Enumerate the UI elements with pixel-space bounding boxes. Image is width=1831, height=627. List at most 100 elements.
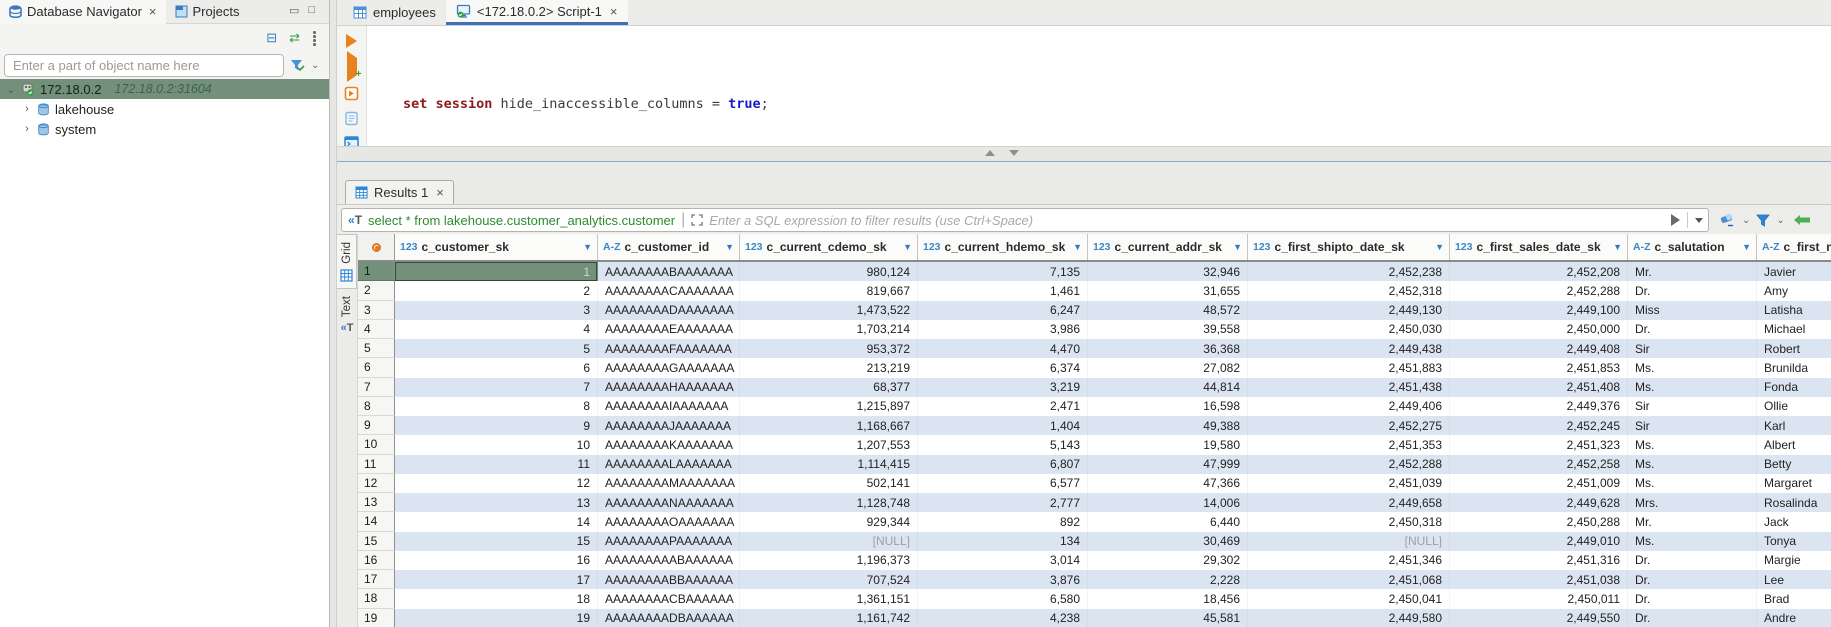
grid-cell[interactable]: Miss: [1628, 301, 1757, 320]
grid-cell[interactable]: 2,449,130: [1248, 301, 1450, 320]
grid-cell[interactable]: Ollie: [1757, 397, 1831, 416]
grid-cell[interactable]: Ms.: [1628, 532, 1757, 551]
grid-cell[interactable]: 45,581: [1088, 609, 1248, 627]
filter-history-dropdown-icon[interactable]: [1695, 218, 1703, 223]
collapse-down-icon[interactable]: [1009, 150, 1019, 156]
grid-cell[interactable]: 2,452,288: [1450, 281, 1628, 300]
grid-cell[interactable]: Lee: [1757, 570, 1831, 589]
column-header-c_current_addr_sk[interactable]: 123c_current_addr_sk▼: [1088, 234, 1248, 260]
grid-cell[interactable]: 2,452,245: [1450, 416, 1628, 435]
horizontal-splitter[interactable]: [337, 146, 1831, 161]
object-filter-input[interactable]: [4, 54, 284, 77]
grid-cell[interactable]: Sir: [1628, 339, 1757, 358]
grid-cell[interactable]: 2,451,316: [1450, 551, 1628, 570]
sort-dropdown-icon[interactable]: ▼: [725, 242, 734, 252]
grid-cell[interactable]: 1,196,373: [740, 551, 918, 570]
presentation-tab-text[interactable]: Text «T: [337, 289, 357, 340]
sort-dropdown-icon[interactable]: ▼: [583, 242, 592, 252]
grid-cell[interactable]: 6,247: [918, 301, 1088, 320]
tab-database-navigator[interactable]: Database Navigator ×: [0, 0, 166, 24]
grid-cell[interactable]: 2,451,038: [1450, 570, 1628, 589]
grid-cell[interactable]: Albert: [1757, 435, 1831, 454]
grid-cell[interactable]: 2,451,323: [1450, 435, 1628, 454]
grid-cell[interactable]: 49,388: [1088, 416, 1248, 435]
grid-cell[interactable]: 2,777: [918, 493, 1088, 512]
tab-employees[interactable]: employees: [343, 0, 446, 25]
grid-cell[interactable]: 3,876: [918, 570, 1088, 589]
grid-cell[interactable]: Margaret: [1757, 474, 1831, 493]
grid-cell[interactable]: 6,577: [918, 474, 1088, 493]
grid-cell[interactable]: 134: [918, 532, 1088, 551]
grid-cell[interactable]: Latisha: [1757, 301, 1831, 320]
grid-cell[interactable]: Sir: [1628, 416, 1757, 435]
grid-cell[interactable]: 7,135: [918, 262, 1088, 281]
grid-cell[interactable]: 1,404: [918, 416, 1088, 435]
filters-menu-icon[interactable]: [1756, 214, 1770, 227]
grid-cell[interactable]: 17: [395, 570, 598, 589]
grid-cell[interactable]: Betty: [1757, 455, 1831, 474]
grid-cell[interactable]: 7: [395, 378, 598, 397]
grid-cell[interactable]: 47,999: [1088, 455, 1248, 474]
grid-cell[interactable]: 2,452,275: [1248, 416, 1450, 435]
grid-cell[interactable]: 2,452,238: [1248, 262, 1450, 281]
row-number[interactable]: 2: [358, 281, 395, 300]
panel-sash[interactable]: [330, 0, 337, 627]
grid-cell[interactable]: 2: [395, 281, 598, 300]
grid-cell[interactable]: Brunilda: [1757, 358, 1831, 377]
close-icon[interactable]: ×: [436, 186, 444, 199]
column-header-c_salutation[interactable]: A-Zc_salutation▼: [1628, 234, 1757, 260]
grid-cell[interactable]: 6,580: [918, 589, 1088, 608]
row-number[interactable]: 14: [358, 512, 395, 531]
grid-cell[interactable]: 2,449,376: [1450, 397, 1628, 416]
grid-cell[interactable]: 2,452,208: [1450, 262, 1628, 281]
grid-cell[interactable]: Dr.: [1628, 281, 1757, 300]
grid-cell[interactable]: 2,449,580: [1248, 609, 1450, 627]
grid-cell[interactable]: AAAAAAAAEAAAAAAA: [598, 320, 740, 339]
grid-cell[interactable]: 44,814: [1088, 378, 1248, 397]
execute-new-tab-button[interactable]: +: [347, 58, 357, 76]
grid-cell[interactable]: 47,366: [1088, 474, 1248, 493]
grid-cell[interactable]: AAAAAAAAGAAAAAAA: [598, 358, 740, 377]
grid-cell[interactable]: Dr.: [1628, 320, 1757, 339]
grid-cell[interactable]: 14,006: [1088, 493, 1248, 512]
grid-cell[interactable]: 819,667: [740, 281, 918, 300]
grid-cell[interactable]: AAAAAAAAABAAAAAA: [598, 551, 740, 570]
grid-cell[interactable]: 2,450,288: [1450, 512, 1628, 531]
grid-cell[interactable]: 2,450,318: [1248, 512, 1450, 531]
grid-cell[interactable]: 29,302: [1088, 551, 1248, 570]
apply-filter-icon[interactable]: [1671, 214, 1680, 226]
row-number[interactable]: 7: [358, 378, 395, 397]
grid-cell[interactable]: 6,440: [1088, 512, 1248, 531]
presentation-tab-grid[interactable]: Grid: [337, 234, 357, 289]
grid-cell[interactable]: 929,344: [740, 512, 918, 531]
grid-cell[interactable]: AAAAAAAACAAAAAAA: [598, 281, 740, 300]
column-header-c_first_shipto_date_sk[interactable]: 123c_first_shipto_date_sk▼: [1248, 234, 1450, 260]
grid-cell[interactable]: AAAAAAAAOAAAAAAA: [598, 512, 740, 531]
sort-dropdown-icon[interactable]: ▼: [1742, 242, 1751, 252]
grid-cell[interactable]: Dr.: [1628, 609, 1757, 627]
grid-cell[interactable]: Javier: [1757, 262, 1831, 281]
grid-cell[interactable]: 3,986: [918, 320, 1088, 339]
sort-dropdown-icon[interactable]: ▼: [1233, 242, 1242, 252]
grid-cell[interactable]: 2,449,406: [1248, 397, 1450, 416]
grid-cell[interactable]: 1,215,897: [740, 397, 918, 416]
grid-cell[interactable]: AAAAAAAAKAAAAAAA: [598, 435, 740, 454]
grid-cell[interactable]: 2,451,853: [1450, 358, 1628, 377]
row-number[interactable]: 5: [358, 339, 395, 358]
sort-dropdown-icon[interactable]: ▼: [1613, 242, 1622, 252]
grid-cell[interactable]: AAAAAAAAPAAAAAAA: [598, 532, 740, 551]
grid-cell[interactable]: Ms.: [1628, 474, 1757, 493]
grid-cell[interactable]: Tonya: [1757, 532, 1831, 551]
grid-cell[interactable]: 31,655: [1088, 281, 1248, 300]
grid-cell[interactable]: 2,449,628: [1450, 493, 1628, 512]
row-number[interactable]: 10: [358, 435, 395, 454]
grid-cell[interactable]: 4: [395, 320, 598, 339]
grid-cell[interactable]: 2,452,258: [1450, 455, 1628, 474]
grid-cell[interactable]: 2,452,318: [1248, 281, 1450, 300]
maximize-icon[interactable]: □: [308, 4, 315, 17]
chevron-down-icon[interactable]: ⌄: [1742, 215, 1750, 226]
grid-cell[interactable]: AAAAAAAANAAAAAAA: [598, 493, 740, 512]
row-number[interactable]: 11: [358, 455, 395, 474]
grid-cell[interactable]: Jack: [1757, 512, 1831, 531]
grid-cell[interactable]: AAAAAAAABAAAAAAA: [598, 262, 740, 281]
